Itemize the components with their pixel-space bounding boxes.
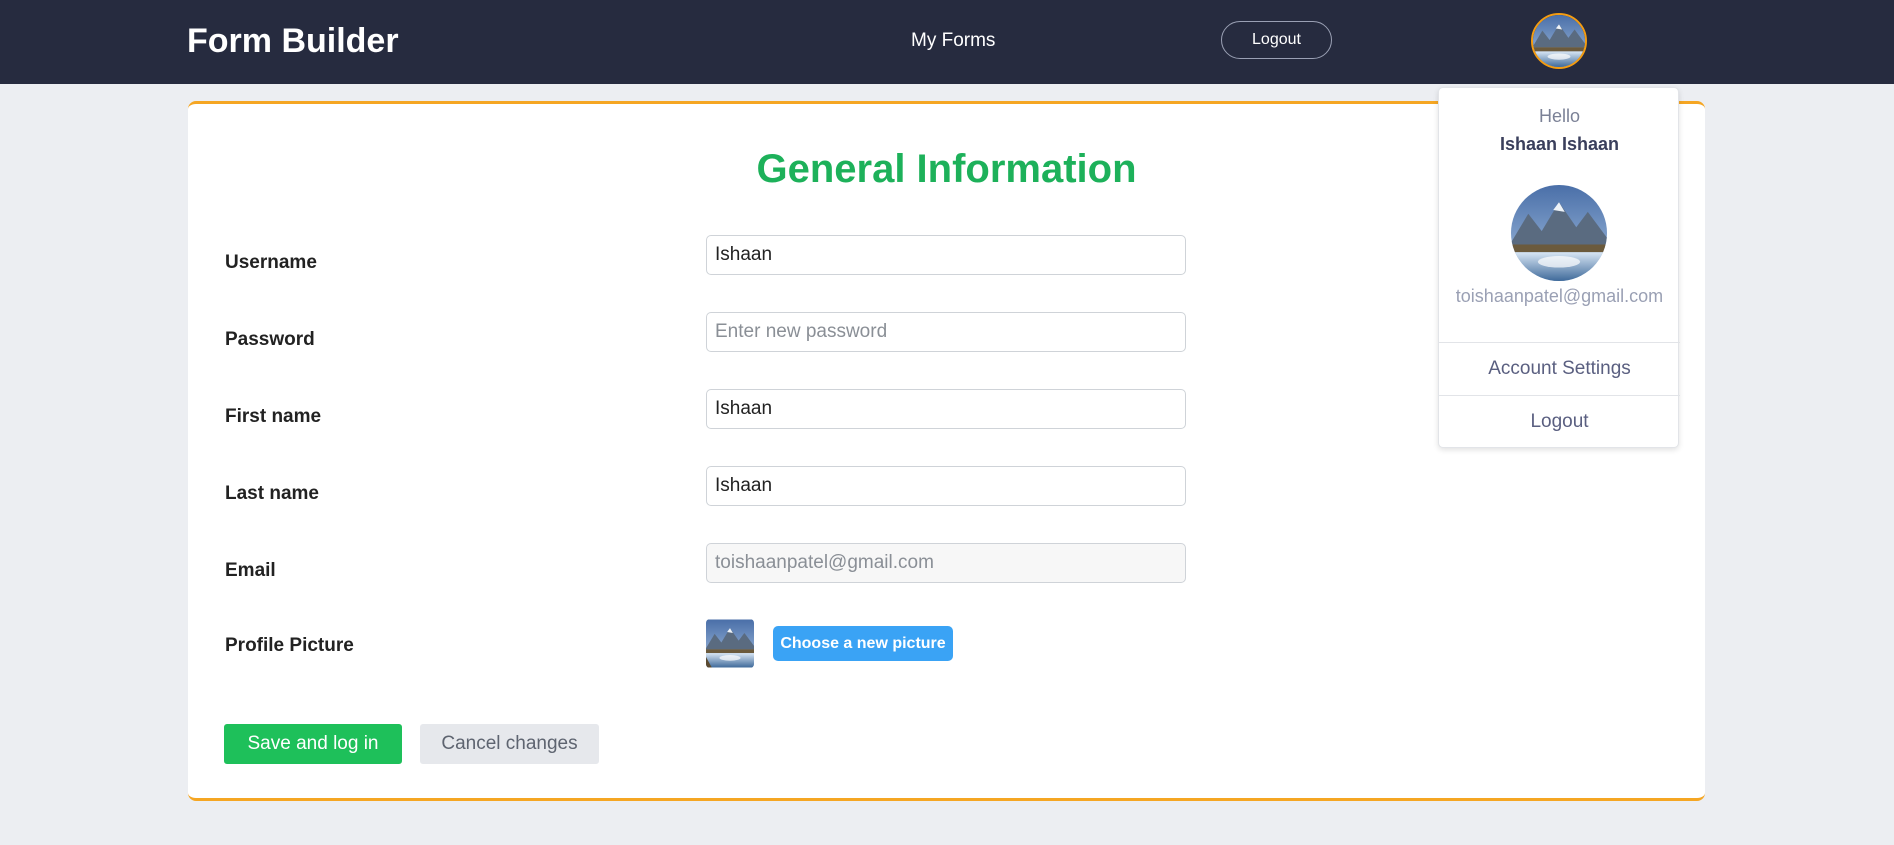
email-label: Email (225, 560, 276, 581)
first-name-field[interactable] (706, 389, 1186, 429)
cancel-button[interactable]: Cancel changes (420, 724, 599, 764)
dropdown-avatar (1511, 185, 1607, 281)
username-field[interactable] (706, 235, 1186, 275)
email-field (706, 543, 1186, 583)
avatar-image (1533, 15, 1585, 67)
password-field[interactable] (706, 312, 1186, 352)
dropdown-greeting: Hello (1538, 106, 1581, 126)
dropdown-user-name: Ishaan Ishaan (1499, 134, 1620, 154)
account-settings-link[interactable]: Account Settings (1439, 343, 1680, 395)
choose-picture-button[interactable]: Choose a new picture (773, 626, 953, 661)
profile-picture-label: Profile Picture (225, 635, 354, 656)
dropdown-logout-link[interactable]: Logout (1439, 396, 1680, 448)
brand-title[interactable]: Form Builder (187, 20, 399, 62)
navbar: Form Builder My Forms Logout (0, 0, 1894, 84)
password-label: Password (225, 329, 315, 350)
save-button[interactable]: Save and log in (224, 724, 402, 764)
last-name-field[interactable] (706, 466, 1186, 506)
nav-link-my-forms[interactable]: My Forms (911, 28, 995, 54)
profile-picture-thumbnail (706, 619, 754, 668)
username-label: Username (225, 252, 317, 273)
profile-dropdown: Hello Ishaan Ishaan toishaanpatel@gmail.… (1438, 87, 1680, 448)
dropdown-email: toishaanpatel@gmail.com (1455, 286, 1664, 306)
avatar-image (1511, 185, 1607, 281)
last-name-label: Last name (225, 483, 319, 504)
profile-avatar-icon[interactable] (1531, 13, 1587, 69)
nav-logout-button[interactable]: Logout (1221, 21, 1332, 59)
mountain-image-icon (706, 619, 754, 668)
first-name-label: First name (225, 406, 322, 427)
